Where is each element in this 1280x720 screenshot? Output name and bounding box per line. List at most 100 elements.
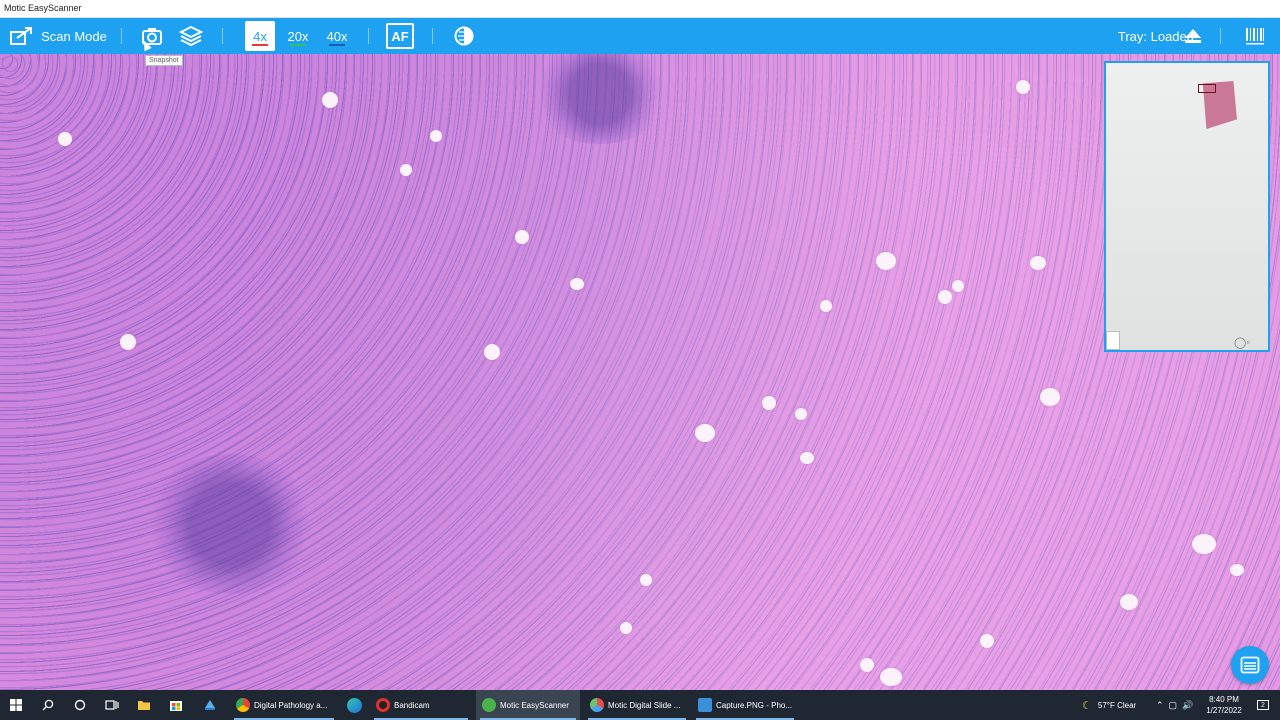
windows-logo-icon <box>10 699 22 711</box>
motic-digital-slide-icon <box>590 698 604 712</box>
tissue-vacuole <box>640 574 652 586</box>
file-explorer-button[interactable] <box>128 690 160 720</box>
tissue-vacuole <box>952 280 964 292</box>
layers-button[interactable] <box>176 18 206 54</box>
taskbar-app-label: Motic Digital Slide ... <box>608 700 681 710</box>
task-view-button[interactable] <box>96 690 128 720</box>
magnification-4x-button[interactable]: 4x <box>245 21 275 51</box>
eye-icon[interactable]: ◯◦ <box>1234 336 1250 349</box>
panel-toggle-button[interactable] <box>1231 646 1269 684</box>
motic-easyscanner-icon <box>482 698 496 712</box>
taskbar-app-digital-pathology[interactable]: Digital Pathology a... <box>230 690 338 720</box>
tissue-vacuole <box>570 278 584 290</box>
autofocus-label: AF <box>391 28 409 44</box>
notification-icon: 2 <box>1257 700 1269 710</box>
tissue-vacuole <box>800 452 814 464</box>
slide-overview-thumbnail[interactable]: ◯◦ <box>1104 61 1270 352</box>
toolbar-divider <box>368 28 369 44</box>
tissue-vacuole <box>880 668 902 686</box>
folder-icon <box>138 701 150 710</box>
tissue-vacuole <box>762 396 776 410</box>
magnification-40x-label: 40x <box>326 28 348 44</box>
search-icon <box>42 699 54 711</box>
photos-icon <box>698 698 712 712</box>
magnification-40x-indicator <box>329 44 345 46</box>
weather-widget[interactable]: ☾ 57°F Clear <box>1082 690 1136 720</box>
magnification-20x-indicator <box>290 44 306 46</box>
taskbar-app-label: Digital Pathology a... <box>254 700 328 710</box>
snapshot-button[interactable] <box>138 18 166 54</box>
tissue-vacuole <box>1016 80 1030 94</box>
taskbar-app-label: Capture.PNG - Pho... <box>716 700 793 710</box>
tissue-vacuole <box>1030 256 1046 270</box>
snapshot-tooltip: Snapshot <box>145 55 183 66</box>
pinned-app-button[interactable] <box>194 690 226 720</box>
magnification-20x-button[interactable]: 20x <box>283 21 313 51</box>
taskbar-app-label: Motic EasyScanner <box>500 700 569 710</box>
tissue-vacuole <box>484 344 500 360</box>
taskbar-app-bandicam[interactable]: Bandicam <box>370 690 472 720</box>
magnification-20x-label: 20x <box>287 28 309 44</box>
cortana-button[interactable] <box>64 690 96 720</box>
taskbar-app-motic-digital-slide[interactable]: Motic Digital Slide ... <box>584 690 690 720</box>
tissue-vacuole <box>1230 564 1244 576</box>
tissue-portal-area <box>140 454 320 594</box>
eject-icon <box>1185 29 1201 43</box>
tissue-vacuole <box>980 634 994 648</box>
scan-mode-icon <box>10 27 33 45</box>
clock-time: 8:40 PM <box>1209 695 1239 704</box>
chrome-icon <box>236 698 250 712</box>
autofocus-button[interactable]: AF <box>386 23 414 49</box>
current-view-indicator[interactable] <box>1198 84 1216 93</box>
tissue-vacuole <box>795 408 807 420</box>
pinned-app-icon <box>205 700 215 710</box>
scan-mode-button[interactable]: Scan Mode <box>6 18 110 54</box>
tissue-vacuole <box>860 658 874 672</box>
tissue-vacuole <box>1120 594 1138 610</box>
tissue-vacuole <box>876 252 896 270</box>
network-icon[interactable]: ▢ <box>1169 700 1183 711</box>
slide-viewer[interactable] <box>0 54 1280 690</box>
taskbar-app-photos[interactable]: Capture.PNG - Pho... <box>692 690 798 720</box>
contrast-button[interactable] <box>450 18 478 54</box>
barcode-button[interactable] <box>1240 18 1270 54</box>
toolbar-divider <box>1220 28 1221 44</box>
tissue-vacuole <box>120 334 136 350</box>
tissue-portal-area <box>530 54 670 144</box>
window-titlebar: Motic EasyScanner <box>0 0 1280 18</box>
tissue-vacuole <box>1040 388 1060 406</box>
panel-icon <box>1240 656 1260 674</box>
bandicam-icon <box>376 698 390 712</box>
moon-icon: ☾ <box>1082 699 1092 712</box>
magnification-40x-button[interactable]: 40x <box>322 21 352 51</box>
window-title: Motic EasyScanner <box>4 3 82 13</box>
tissue-vacuole <box>322 92 338 108</box>
tissue-vacuole <box>695 424 715 442</box>
taskbar-clock[interactable]: 8:40 PM 1/27/2022 <box>1200 694 1248 716</box>
tissue-vacuole <box>1192 534 1216 554</box>
clock-date: 1/27/2022 <box>1206 706 1242 715</box>
task-view-icon <box>105 700 119 710</box>
tissue-vacuole <box>58 132 72 146</box>
windows-start-button[interactable] <box>0 690 32 720</box>
system-tray-icons[interactable]: ⌃ ▢ 🔊 <box>1156 690 1198 720</box>
magnification-4x-label: 4x <box>253 28 267 44</box>
layers-icon <box>179 25 203 47</box>
eject-tray-button[interactable] <box>1180 18 1206 54</box>
tissue-vacuole <box>820 300 832 312</box>
taskbar-app-motic-easyscanner[interactable]: Motic EasyScanner <box>476 690 580 720</box>
tissue-vacuole <box>515 230 529 244</box>
tissue-vacuole <box>938 290 952 304</box>
search-button[interactable] <box>32 690 64 720</box>
chevron-up-icon[interactable]: ⌃ <box>1156 700 1169 711</box>
scan-mode-label: Scan Mode <box>41 28 107 44</box>
store-icon <box>170 701 182 711</box>
taskbar-app-label: Bandicam <box>394 700 430 710</box>
toolbar-divider <box>222 28 223 44</box>
speaker-icon[interactable]: 🔊 <box>1182 700 1198 711</box>
thumbnail-corner-handle[interactable] <box>1106 331 1120 350</box>
store-button[interactable] <box>160 690 192 720</box>
cortana-circle-icon <box>74 699 86 711</box>
notification-center-button[interactable]: 2 <box>1252 690 1274 720</box>
taskbar-edge-button[interactable] <box>338 690 370 720</box>
